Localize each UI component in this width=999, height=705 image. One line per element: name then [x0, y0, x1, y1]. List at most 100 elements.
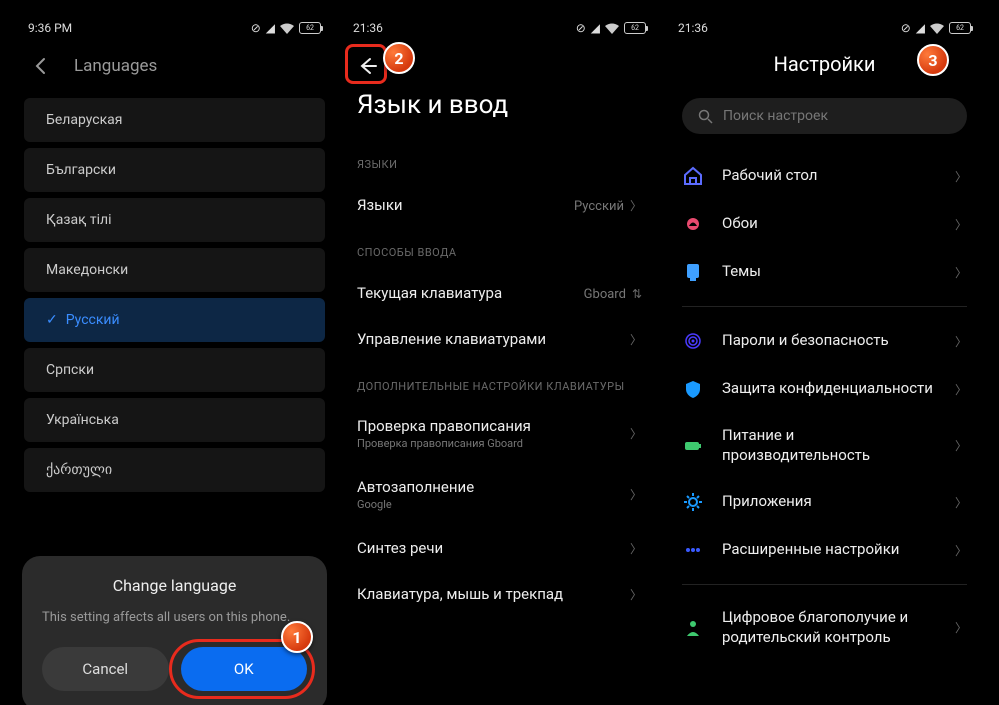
dnd-icon: ⊘ — [251, 21, 261, 35]
dialog-message: This setting affects all users on this p… — [42, 609, 307, 627]
clock: 21:36 — [678, 21, 708, 35]
row-label: Синтез речи — [357, 539, 443, 557]
settings-item[interactable]: Обои 〉 — [664, 200, 985, 248]
chevron-right-icon: 〉 — [630, 586, 642, 603]
chevron-right-icon: 〉 — [955, 619, 967, 636]
screen-languages: 9:36 PM ⊘ ◢ 62 Languages Беларуская Бълга… — [14, 14, 335, 705]
page-title: Язык и ввод — [339, 86, 660, 140]
divider — [682, 584, 967, 585]
header: 2 — [339, 42, 660, 86]
settings-item[interactable]: Темы 〉 — [664, 248, 985, 296]
chevron-right-icon: 〉 — [955, 333, 967, 350]
wifi-icon — [605, 23, 619, 34]
chevron-right-icon: 〉 — [955, 494, 967, 511]
status-icons: ⊘ ◢ 62 — [251, 21, 321, 35]
dnd-icon: ⊘ — [901, 21, 911, 35]
row-value: Русский — [574, 199, 624, 214]
settings-item[interactable]: Рабочий стол 〉 — [664, 152, 985, 200]
chevron-right-icon: 〉 — [630, 540, 642, 557]
updown-icon: ⇅ — [632, 287, 642, 301]
step-badge-1: 1 — [281, 621, 313, 653]
row-label: Клавиатура, мышь и трекпад — [357, 585, 563, 603]
settings-item-label: Защита конфиденциальности — [722, 379, 937, 399]
settings-item[interactable]: Приложения 〉 — [664, 478, 985, 526]
settings-item[interactable]: Пароли и безопасность〉 — [664, 317, 985, 365]
settings-item[interactable]: Расширенные настройки 〉 — [664, 526, 985, 574]
language-item[interactable]: Қазақ тілі — [24, 198, 325, 242]
status-icons: ⊘ ◢ 62 — [576, 21, 646, 35]
back-button[interactable] — [28, 52, 56, 80]
page-title: Languages — [74, 56, 157, 76]
search-icon — [698, 109, 713, 124]
section-languages: ЯЗЫКИ — [339, 140, 660, 181]
chevron-right-icon: 〉 — [630, 199, 642, 213]
language-item[interactable]: ქართული — [24, 448, 325, 492]
language-list: Беларуская Български Қазақ тілі Македонски Р… — [14, 98, 335, 492]
gear-icon — [682, 491, 704, 513]
language-item[interactable]: Русский — [24, 298, 325, 342]
clock: 9:36 PM — [28, 21, 72, 35]
row-current-keyboard[interactable]: Текущая клавиатура Gboard⇅ — [339, 269, 660, 316]
search-input[interactable]: Поиск настроек — [682, 98, 967, 134]
language-item[interactable]: Беларуская — [24, 98, 325, 142]
language-item[interactable]: Български — [24, 148, 325, 192]
row-kmt[interactable]: Клавиатура, мышь и трекпад 〉 — [339, 571, 660, 617]
settings-item-label: Темы — [722, 262, 937, 282]
chevron-right-icon: 〉 — [955, 381, 967, 398]
row-label: Языки — [357, 196, 403, 214]
step-badge-2: 2 — [383, 42, 415, 74]
row-label: Управление клавиатурами — [357, 330, 546, 348]
dnd-icon: ⊘ — [576, 21, 586, 35]
fingerprint-icon — [682, 330, 704, 352]
cancel-button[interactable]: Cancel — [42, 647, 169, 691]
chevron-right-icon: 〉 — [955, 542, 967, 559]
settings-item-label: Расширенные настройки — [722, 540, 937, 560]
status-icons: ⊘ ◢ 62 — [901, 21, 971, 35]
search-placeholder: Поиск настроек — [723, 108, 828, 124]
dialog-title: Change language — [42, 576, 307, 595]
battery-icon: 62 — [949, 22, 971, 34]
wellbeing-icon — [682, 617, 704, 639]
row-spellcheck[interactable]: Проверка правописания Проверка правописа… — [339, 403, 660, 464]
signal-icon: ◢ — [916, 21, 925, 35]
row-label: Проверка правописания — [357, 417, 630, 435]
language-item[interactable]: Українська — [24, 398, 325, 442]
chevron-right-icon: 〉 — [955, 264, 967, 281]
section-extra: ДОПОЛНИТЕЛЬНЫЕ НАСТРОЙКИ КЛАВИАТУРЫ — [339, 362, 660, 403]
chevron-right-icon: 〉 — [955, 437, 967, 454]
battery-icon: 62 — [624, 22, 646, 34]
home-icon — [682, 165, 704, 187]
wifi-icon — [930, 23, 944, 34]
language-item[interactable]: Српски — [24, 348, 325, 392]
row-tts[interactable]: Синтез речи 〉 — [339, 525, 660, 571]
change-language-dialog: Change language This setting affects all… — [22, 556, 327, 705]
row-languages[interactable]: Языки Русский 〉 — [339, 181, 660, 228]
chevron-right-icon: 〉 — [630, 486, 642, 503]
language-item[interactable]: Македонски — [24, 248, 325, 292]
row-value: Gboard — [584, 287, 626, 302]
settings-item[interactable]: Защита конфиденциальности 〉 — [664, 365, 985, 413]
row-label: Автозаполнение — [357, 478, 630, 496]
screen-lang-input: 21:36 ⊘ ◢ 62 2 Язык и ввод ЯЗЫКИ Языки Р… — [339, 14, 660, 705]
settings-item-label: Рабочий стол — [722, 166, 937, 186]
back-button[interactable] — [353, 52, 381, 80]
settings-item-label: Обои — [722, 214, 937, 234]
signal-icon: ◢ — [591, 21, 600, 35]
screen-settings: 21:36 ⊘ ◢ 62 Настройки 3 Поиск настроек … — [664, 14, 985, 705]
settings-item[interactable]: Питание и производительность〉 — [664, 413, 985, 478]
battery-icon — [682, 435, 704, 457]
ok-button[interactable]: OK — [181, 647, 308, 691]
row-autofill[interactable]: Автозаполнение Google 〉 — [339, 464, 660, 525]
signal-icon: ◢ — [266, 21, 275, 35]
settings-item-label: Приложения — [722, 492, 937, 512]
chevron-right-icon: 〉 — [955, 168, 967, 185]
row-manage-keyboards[interactable]: Управление клавиатурами 〉 — [339, 316, 660, 362]
chevron-right-icon: 〉 — [630, 331, 642, 348]
settings-item[interactable]: Цифровое благополучие и родительский кон… — [664, 595, 985, 660]
chevron-right-icon: 〉 — [955, 216, 967, 233]
dots-icon — [682, 539, 704, 561]
shield-icon — [682, 378, 704, 400]
battery-icon: 62 — [299, 22, 321, 34]
row-sublabel: Google — [357, 498, 630, 511]
header: Настройки 3 — [664, 42, 985, 94]
